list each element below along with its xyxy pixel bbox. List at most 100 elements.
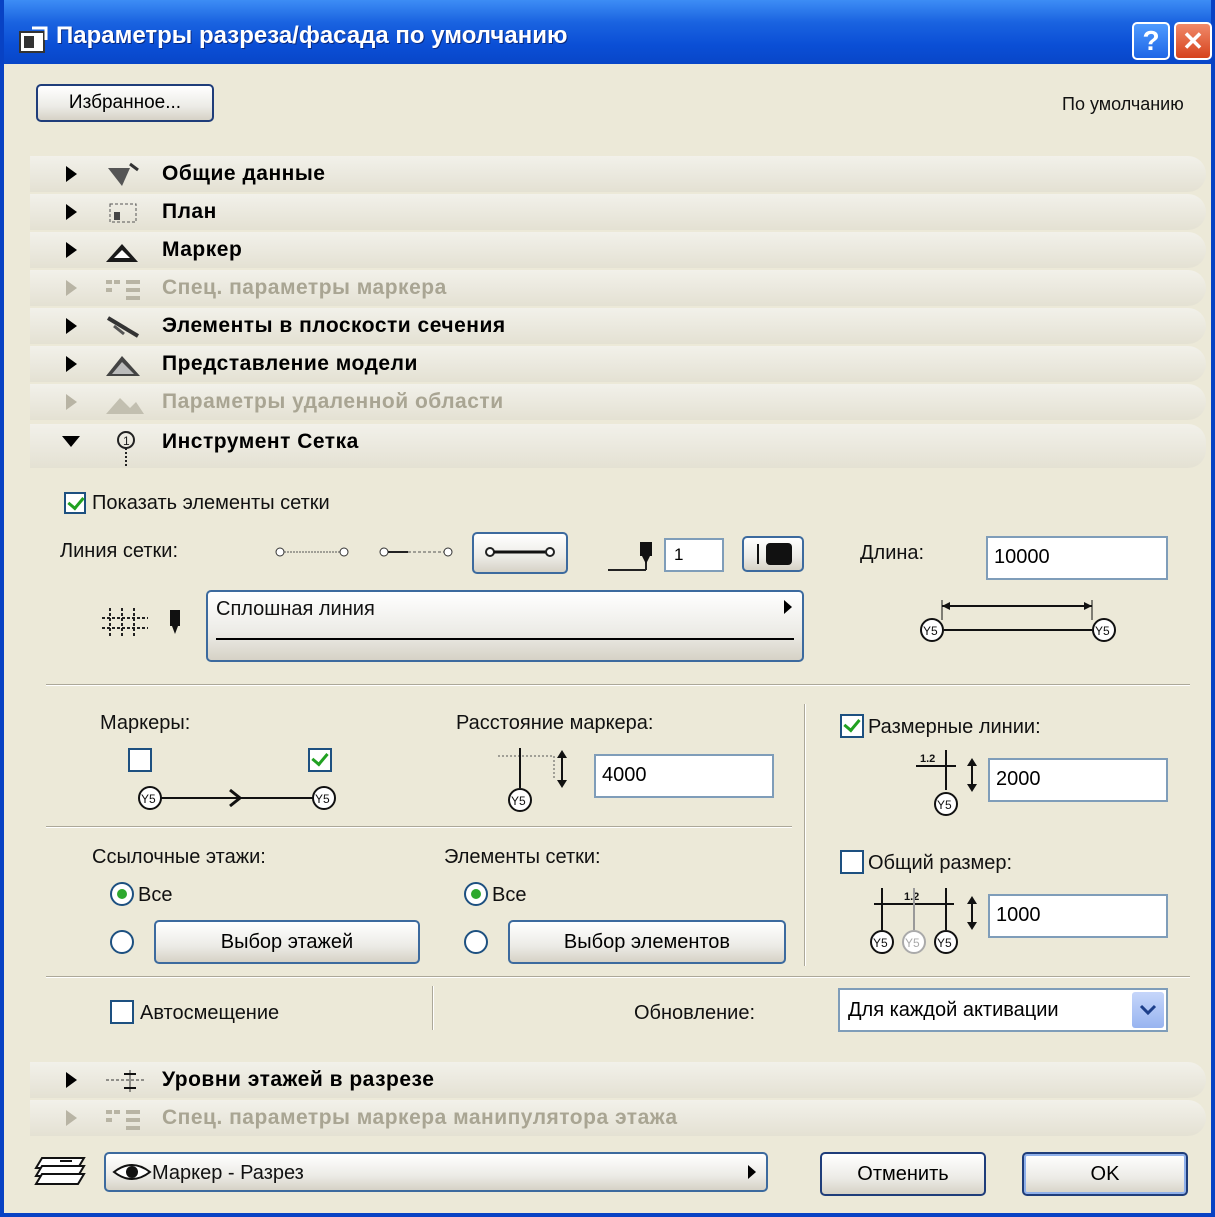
marker-end-checkbox[interactable] [308, 748, 332, 772]
select-arrow-button[interactable] [1132, 992, 1164, 1028]
overall-dimension-diagram-icon: 1.2 Y5 Y5 Y5 [870, 888, 977, 954]
marker-glyph: Y5 [937, 936, 952, 950]
marker-distance-diagram-icon: Y5 [498, 748, 567, 812]
marker-distance-field[interactable]: 4000 [594, 754, 774, 798]
dropdown-arrow-icon [784, 600, 792, 614]
close-button[interactable]: ✕ [1174, 22, 1212, 60]
eye-icon [112, 1164, 152, 1180]
select-stories-button[interactable]: Выбор этажей [154, 920, 420, 964]
section-label: Маркер [162, 238, 243, 261]
dim-glyph: 1.2 [920, 753, 935, 765]
section-marker[interactable]: Маркер [30, 232, 1206, 268]
length-field[interactable]: 10000 [986, 536, 1168, 580]
grid-line-label: Линия сетки: [60, 540, 178, 562]
markers-label: Маркеры: [100, 712, 191, 734]
divider [46, 976, 1190, 978]
pen-number-field[interactable]: 1 [664, 538, 724, 572]
show-grid-checkbox[interactable] [64, 492, 86, 514]
layers-icon [34, 1157, 86, 1185]
length-diagram-icon: Y5 Y5 [920, 600, 1116, 642]
section-label: Спец. параметры маркера манипулятора эта… [162, 1106, 678, 1129]
select-elements-button[interactable]: Выбор элементов [508, 920, 786, 964]
distant-area-icon [106, 398, 144, 414]
default-label: По умолчанию [1062, 94, 1184, 114]
section-label: Общие данные [162, 162, 326, 185]
expand-arrow-icon[interactable] [66, 204, 77, 220]
section-story-levels[interactable]: Уровни этажей в разрезе [30, 1062, 1206, 1098]
update-select-value: Для каждой активации [848, 999, 1059, 1021]
svg-text:1: 1 [123, 434, 130, 448]
section-label: План [162, 200, 217, 223]
app-icon [19, 26, 48, 53]
section-label: Элементы в плоскости сечения [162, 314, 506, 337]
section-label: Инструмент Сетка [162, 430, 359, 453]
marker-glyph: Y5 [937, 798, 952, 812]
auto-offset-checkbox[interactable] [110, 1000, 134, 1024]
dimension-lines-checkbox[interactable] [840, 714, 864, 738]
favorites-button[interactable]: Избранное... [36, 84, 214, 122]
collapse-arrow-icon[interactable] [62, 436, 80, 447]
expand-arrow-icon [66, 394, 77, 410]
dialog-window: Параметры разреза/фасада по умолчанию ? … [0, 0, 1215, 1217]
section-label: Уровни этажей в разрезе [162, 1068, 435, 1091]
section-grid-tool[interactable]: 1 Инструмент Сетка [30, 424, 1206, 468]
section-model-display[interactable]: Представление модели [30, 346, 1206, 382]
length-label: Длина: [860, 542, 925, 564]
section-label: Представление модели [162, 352, 418, 375]
layer-value: Маркер - Разрез [152, 1162, 304, 1184]
pen-color-button[interactable] [742, 536, 804, 572]
expand-arrow-icon[interactable] [66, 318, 77, 334]
section-label: Параметры удаленной области [162, 390, 504, 413]
grid-line-style-thin-icon[interactable] [272, 540, 352, 564]
dropdown-arrow-icon [748, 1165, 756, 1179]
section-plan[interactable]: План [30, 194, 1206, 230]
grid-line-style-solid-button[interactable] [472, 532, 568, 574]
model-display-icon [106, 356, 140, 376]
section-general[interactable]: Общие данные [30, 156, 1206, 192]
pen-color-swatch-icon [757, 543, 792, 565]
ok-button[interactable]: OK [1022, 1152, 1188, 1196]
section-distant-area: Параметры удаленной области [30, 384, 1206, 420]
ref-stories-all-radio[interactable] [110, 882, 134, 906]
dimension-lines-label: Размерные линии: [868, 716, 1041, 738]
section-story-marker-params: Спец. параметры маркера манипулятора эта… [30, 1100, 1206, 1136]
divider [432, 986, 434, 1030]
overall-dimension-field[interactable]: 1000 [988, 894, 1168, 938]
expand-arrow-icon[interactable] [66, 1072, 77, 1088]
chevron-down-icon [1139, 1004, 1157, 1016]
dim-glyph: 1.2 [904, 891, 919, 903]
section-label: Спец. параметры маркера [162, 276, 447, 299]
help-button[interactable]: ? [1132, 22, 1170, 60]
marker-glyph: Y5 [873, 936, 888, 950]
ref-stories-select-radio[interactable] [110, 930, 134, 954]
dimension-lines-field[interactable]: 2000 [988, 758, 1168, 802]
expand-arrow-icon[interactable] [66, 356, 77, 372]
line-type-dropdown[interactable]: Сплошная линия [206, 590, 804, 662]
line-type-preview [216, 638, 794, 640]
grid-elements-all-radio[interactable] [464, 882, 488, 906]
dimension-lines-diagram-icon: 1.2 Y5 [916, 750, 977, 816]
divider [46, 826, 792, 828]
layer-dropdown[interactable]: Маркер - Разрез [104, 1152, 768, 1192]
marker-glyph: Y5 [315, 792, 330, 806]
marker-glyph: Y5 [141, 792, 156, 806]
update-select[interactable]: Для каждой активации [838, 988, 1168, 1032]
cancel-button[interactable]: Отменить [820, 1152, 986, 1196]
grid-line-style-dash-icon[interactable] [376, 540, 456, 564]
section-custom-marker-params: Спец. параметры маркера [30, 270, 1206, 306]
grid-linetype-icon [102, 608, 180, 638]
grid-elements-select-radio[interactable] [464, 930, 488, 954]
story-levels-icon [106, 1070, 144, 1092]
title-bar[interactable]: Параметры разреза/фасада по умолчанию ? … [4, 0, 1212, 64]
pen-icon [608, 542, 652, 571]
general-icon [108, 162, 139, 186]
marker-start-checkbox[interactable] [128, 748, 152, 772]
reference-stories-label: Ссылочные этажи: [92, 846, 266, 868]
update-label: Обновление: [634, 1002, 756, 1024]
custom-params-icon [106, 280, 140, 300]
divider [804, 704, 806, 966]
expand-arrow-icon[interactable] [66, 242, 77, 258]
section-cut-elements[interactable]: Элементы в плоскости сечения [30, 308, 1206, 344]
expand-arrow-icon[interactable] [66, 166, 77, 182]
overall-dimension-checkbox[interactable] [840, 850, 864, 874]
